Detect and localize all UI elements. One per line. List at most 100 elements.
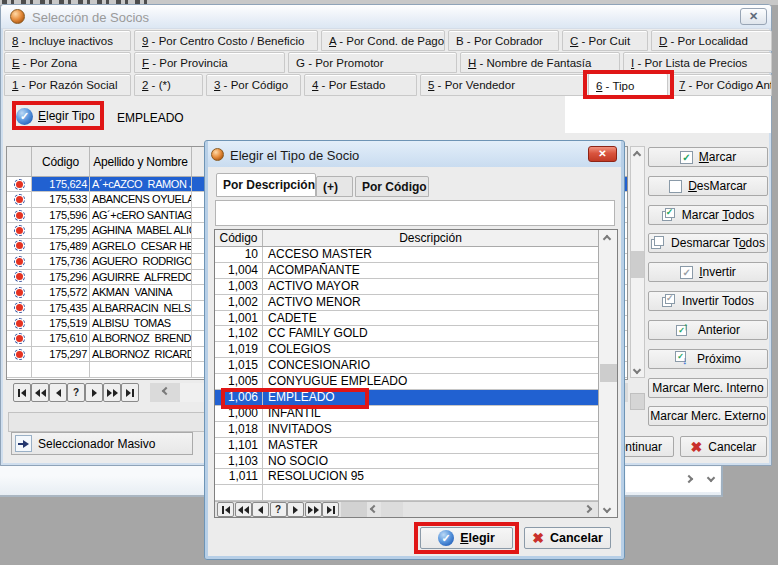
socio-name: ALBORNOZ RICARDO RO — [90, 347, 192, 361]
close-icon[interactable]: ✕ — [740, 8, 767, 25]
dialog-tab-por-descripci-n[interactable]: Por Descripción — [216, 173, 316, 197]
scroll-left-icon[interactable] — [162, 387, 170, 395]
codigo-column-header: Código — [215, 230, 263, 246]
red-x-icon: ✖ — [532, 531, 544, 545]
scroll-up-icon[interactable] — [633, 151, 641, 159]
tipo-row[interactable]: 1,011RESOLUCION 95 — [215, 469, 598, 485]
nav-prior-page-icon[interactable] — [31, 383, 49, 402]
tab-c-por-cuit[interactable]: C - Por Cuit — [562, 30, 648, 51]
tab-a-por-cond-de-pago[interactable]: A - Por Cond. de Pago — [321, 30, 445, 51]
tipo-row[interactable]: 1,103NO SOCIO — [215, 454, 598, 470]
cancelar-button[interactable]: ✖ Cancelar — [680, 436, 767, 457]
tipo-code: 1,102 — [215, 326, 263, 341]
nav-help-icon[interactable]: ? — [67, 383, 85, 402]
dialog-tab-por-c-digo[interactable]: Por Código — [355, 176, 429, 197]
tab-4-por-estado[interactable]: 4 - Por Estado — [304, 74, 417, 96]
tab-9-por-centro-costo-beneficio[interactable]: 9 - Por Centro Costo / Beneficio — [134, 30, 318, 51]
scroll-down-icon[interactable] — [707, 474, 715, 482]
tipo-code: 1,004 — [215, 263, 263, 278]
tab-7-por-c-digo-anterior[interactable]: 7 - Por Código Anterior — [671, 74, 772, 96]
tipo-row[interactable]: 1,001CADETE — [215, 311, 598, 327]
tipo-row[interactable]: 1,019COLEGIOS — [215, 342, 598, 358]
tipo-grid-vscrollbar[interactable] — [598, 230, 617, 517]
record-marker-icon — [7, 285, 32, 299]
tab-2-[interactable]: 2 - (*) — [134, 74, 203, 96]
pr-ximo-button[interactable]: ✓↓Próximo — [648, 349, 768, 369]
tab-f-por-provincia[interactable]: F - Por Provincia — [134, 52, 285, 73]
tab-page-panel — [565, 96, 771, 133]
scroll-right-icon[interactable] — [685, 475, 693, 483]
scroll-left-icon[interactable] — [370, 505, 378, 513]
socio-name: ALBISU TOMAS — [90, 316, 192, 330]
nav-last-icon[interactable] — [322, 502, 339, 517]
dialog-tab--[interactable]: (+) — [316, 176, 353, 197]
tipo-row[interactable]: 1,102CC FAMILY GOLD — [215, 326, 598, 342]
nav-prior-page-icon[interactable] — [235, 502, 252, 517]
tipo-row[interactable]: 10ACCESO MASTER — [215, 247, 598, 263]
marcar-merc-externo-button[interactable]: Marcar Merc. Externo — [648, 406, 768, 426]
nav-prior-icon[interactable] — [252, 502, 269, 517]
socio-name: AGUIRRE ALFREDO — [90, 270, 192, 284]
tipo-row[interactable]: 1,018INVITADOS — [215, 422, 598, 438]
socio-name: AG´+cERO SANTIAGO MED — [90, 208, 192, 222]
record-marker-icon — [7, 347, 32, 361]
vscroll-thumb[interactable] — [600, 364, 617, 382]
tab-e-por-zona[interactable]: E - Por Zona — [4, 52, 131, 73]
tab-1-por-raz-n-social[interactable]: 1 - Por Razón Social — [4, 74, 131, 96]
nav-first-icon[interactable] — [13, 383, 31, 402]
marcar-button[interactable]: ✓Marcar — [648, 147, 768, 167]
tipo-desc: CONYUGUE EMPLEADO — [263, 374, 598, 389]
anterior-button[interactable]: ✓↑Anterior — [648, 320, 768, 340]
nav-next-page-icon[interactable] — [305, 502, 322, 517]
tab-b-por-cobrador[interactable]: B - Por Cobrador — [448, 30, 559, 51]
nav-prior-icon[interactable] — [49, 383, 67, 402]
nav-next-page-icon[interactable] — [103, 383, 121, 402]
nav-last-icon[interactable] — [121, 383, 139, 402]
nav-next-icon[interactable] — [287, 502, 304, 517]
tipo-code — [215, 485, 263, 500]
tab-3-por-c-digo[interactable]: 3 - Por Código — [206, 74, 301, 96]
desmarcar-button[interactable]: DesMarcar — [648, 176, 768, 196]
scroll-down-icon[interactable] — [633, 366, 641, 374]
invertir-todos-button[interactable]: ✓Invertir Todos — [648, 291, 768, 311]
socios-vscrollbar[interactable] — [630, 146, 645, 378]
tab-g-por-promotor[interactable]: G - Por Promotor — [288, 52, 457, 73]
tab-5-por-vendedor[interactable]: 5 - Por Vendedor — [420, 74, 585, 96]
tab-d-por-localidad[interactable]: D - Por Localidad — [651, 30, 772, 51]
tipo-row[interactable] — [215, 485, 598, 501]
annotation-box-elegir-button — [414, 522, 519, 554]
selected-type-value: EMPLEADO — [117, 111, 184, 125]
tipo-desc: ACCESO MASTER — [263, 247, 598, 262]
tipo-row[interactable]: 1,101MASTER — [215, 438, 598, 454]
tipo-row[interactable]: 1,015CONCESIONARIO — [215, 358, 598, 374]
tipo-row[interactable]: 1,002ACTIVO MENOR — [215, 295, 598, 311]
nav-first-icon[interactable] — [217, 502, 234, 517]
checkbox-checked-icon: ✓ — [680, 151, 693, 164]
hscroll-thumb[interactable] — [381, 502, 403, 517]
socio-code: 175,624 — [32, 177, 90, 191]
dialog-close-icon[interactable]: ✕ — [588, 146, 617, 162]
nav-help-icon[interactable]: ? — [270, 502, 287, 517]
scroll-corner — [630, 393, 645, 410]
tipo-row[interactable]: 1,003ACTIVO MAYOR — [215, 279, 598, 295]
tipo-row[interactable]: 1,004ACOMPAÑANTE — [215, 263, 598, 279]
nav-next-icon[interactable] — [85, 383, 103, 402]
tipo-code: 1,001 — [215, 311, 263, 326]
desmarcar-todos-button[interactable]: Desmarcar Todos — [648, 233, 768, 253]
nombre-column-header: Apellido y Nombre — [90, 147, 192, 176]
tipo-desc — [263, 485, 598, 500]
vscroll-thumb[interactable] — [631, 251, 644, 278]
scroll-down-icon[interactable] — [603, 505, 611, 513]
seleccionador-masivo-button[interactable]: Seleccionador Masivo — [11, 432, 193, 455]
marcar-merc-interno-button[interactable]: Marcar Merc. Interno — [648, 378, 768, 398]
invertir-button[interactable]: ✓Invertir — [648, 262, 768, 282]
scroll-right-icon[interactable] — [584, 505, 592, 513]
dialog-cancelar-button[interactable]: ✖ Cancelar — [524, 527, 611, 549]
annotation-box-tab-tipo — [583, 70, 674, 99]
dialog-search-input[interactable] — [215, 200, 615, 226]
tab-8-incluye-inactivos[interactable]: 8 - Incluye inactivos — [4, 30, 131, 51]
tipo-desc: NO SOCIO — [263, 454, 598, 469]
scroll-up-icon[interactable] — [603, 235, 611, 243]
pages-graycheck-icon: ✓ — [662, 294, 676, 308]
marcar-todos-button[interactable]: ✓Marcar Todos — [648, 205, 768, 225]
